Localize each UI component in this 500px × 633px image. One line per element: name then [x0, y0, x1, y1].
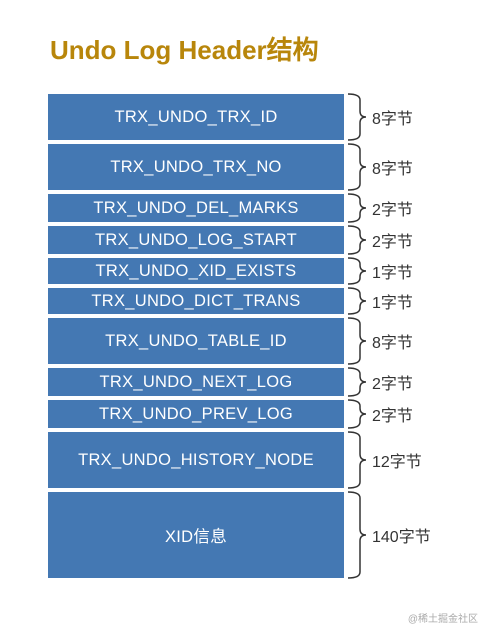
- field-box: XID信息: [46, 490, 346, 580]
- size-row: 1字节: [346, 286, 461, 316]
- brace-icon: [346, 142, 366, 192]
- field-box: TRX_UNDO_HISTORY_NODE: [46, 430, 346, 490]
- size-row: 1字节: [346, 256, 461, 286]
- size-row: 8字节: [346, 316, 461, 366]
- field-box: TRX_UNDO_TABLE_ID: [46, 316, 346, 366]
- brace-icon: [346, 366, 366, 398]
- brace-icon: [346, 192, 366, 224]
- field-box: TRX_UNDO_XID_EXISTS: [46, 256, 346, 286]
- brace-icon: [346, 430, 366, 490]
- field-size: 8字节: [372, 155, 413, 179]
- field-box: TRX_UNDO_PREV_LOG: [46, 398, 346, 430]
- field-name: XID信息: [165, 523, 227, 547]
- field-name: TRX_UNDO_TRX_NO: [110, 158, 281, 177]
- field-box: TRX_UNDO_TRX_NO: [46, 142, 346, 192]
- brace-icon: [346, 92, 366, 142]
- brace-icon: [346, 256, 366, 286]
- struct-diagram: TRX_UNDO_TRX_ID TRX_UNDO_TRX_NO TRX_UNDO_D…: [46, 92, 480, 580]
- size-row: 140字节: [346, 490, 461, 580]
- size-row: 8字节: [346, 142, 461, 192]
- size-row: 2字节: [346, 192, 461, 224]
- field-name: TRX_UNDO_HISTORY_NODE: [78, 451, 314, 470]
- field-size: 1字节: [372, 259, 413, 283]
- field-size: 2字节: [372, 196, 413, 220]
- field-size: 2字节: [372, 370, 413, 394]
- field-name: TRX_UNDO_LOG_START: [95, 231, 297, 250]
- field-name: TRX_UNDO_DICT_TRANS: [91, 292, 300, 311]
- field-size: 2字节: [372, 228, 413, 252]
- field-box: TRX_UNDO_DEL_MARKS: [46, 192, 346, 224]
- size-row: 2字节: [346, 366, 461, 398]
- field-box: TRX_UNDO_TRX_ID: [46, 92, 346, 142]
- field-name: TRX_UNDO_TABLE_ID: [105, 332, 287, 351]
- size-row: 2字节: [346, 398, 461, 430]
- field-name: TRX_UNDO_TRX_ID: [114, 108, 277, 127]
- field-name: TRX_UNDO_PREV_LOG: [99, 405, 293, 424]
- field-box: TRX_UNDO_DICT_TRANS: [46, 286, 346, 316]
- size-row: 8字节: [346, 92, 461, 142]
- field-box: TRX_UNDO_LOG_START: [46, 224, 346, 256]
- field-size: 8字节: [372, 329, 413, 353]
- field-name: TRX_UNDO_XID_EXISTS: [95, 262, 296, 281]
- size-row: 12字节: [346, 430, 461, 490]
- field-size: 1字节: [372, 289, 413, 313]
- field-name: TRX_UNDO_DEL_MARKS: [93, 199, 298, 218]
- brace-icon: [346, 398, 366, 430]
- watermark: @稀土掘金社区: [408, 610, 478, 625]
- field-size: 140字节: [372, 523, 431, 547]
- brace-icon: [346, 490, 366, 580]
- field-boxes: TRX_UNDO_TRX_ID TRX_UNDO_TRX_NO TRX_UNDO_D…: [46, 92, 346, 580]
- field-sizes: 8字节 8字节 2字节 2字节 1字节 1字节 8字节 2字节 2字节 12字节…: [346, 92, 461, 580]
- size-row: 2字节: [346, 224, 461, 256]
- brace-icon: [346, 286, 366, 316]
- field-size: 8字节: [372, 105, 413, 129]
- field-size: 2字节: [372, 402, 413, 426]
- brace-icon: [346, 224, 366, 256]
- field-size: 12字节: [372, 448, 422, 472]
- field-name: TRX_UNDO_NEXT_LOG: [99, 373, 292, 392]
- diagram-title: Undo Log Header结构: [50, 30, 480, 67]
- brace-icon: [346, 316, 366, 366]
- field-box: TRX_UNDO_NEXT_LOG: [46, 366, 346, 398]
